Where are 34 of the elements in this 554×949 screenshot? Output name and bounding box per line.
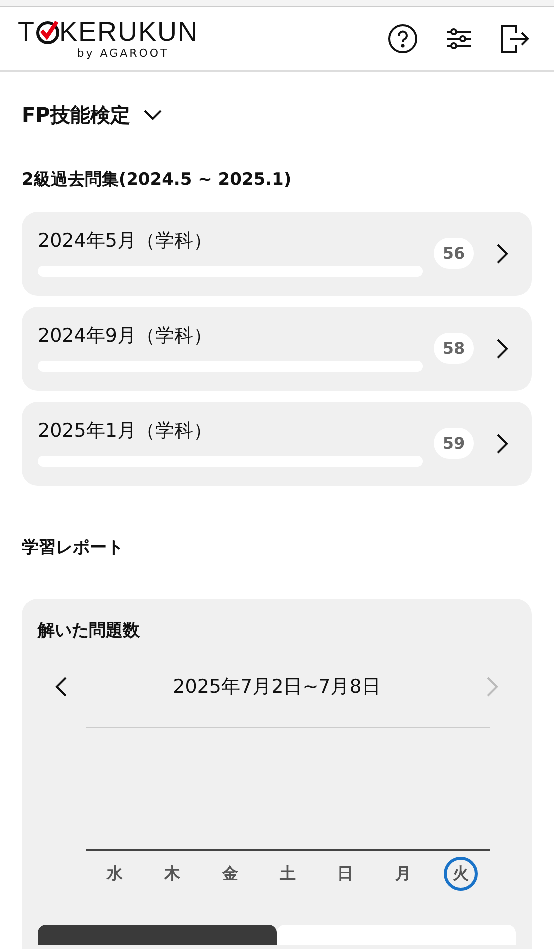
set-title: 2024年9月（学科）	[38, 327, 214, 346]
weekday-label[interactable]: 日	[328, 857, 363, 891]
logo[interactable]: T KERUKUN by AGAROOT	[18, 18, 199, 58]
question-set-card[interactable]: 2024年5月（学科） 56	[22, 212, 532, 296]
logo-letter: T	[18, 18, 36, 46]
weekday-label[interactable]: 金	[213, 857, 248, 891]
question-set-card[interactable]: 2025年1月（学科） 59	[22, 402, 532, 486]
question-count: 58	[434, 333, 474, 364]
previous-week-icon[interactable]	[54, 676, 68, 698]
section-title: 学習レポート	[22, 536, 125, 560]
date-range: 2025年7月2日~7月8日	[173, 674, 381, 700]
question-set-card[interactable]: 2024年9月（学科） 58	[22, 306, 532, 390]
logout-icon[interactable]	[500, 24, 530, 54]
logo-wordmark: KERUKUN	[60, 18, 199, 46]
section-title: 2級過去問集(2024.5 ~ 2025.1)	[22, 169, 293, 192]
chevron-down-icon	[144, 110, 162, 120]
card-title: 解いた問題数	[38, 620, 141, 643]
set-title: 2024年5月（学科）	[38, 232, 214, 251]
chevron-right-icon[interactable]	[496, 432, 510, 454]
help-icon[interactable]	[388, 24, 418, 54]
set-title: 2025年1月（学科）	[38, 422, 214, 441]
exam-dropdown[interactable]: FP技能検定	[22, 100, 162, 130]
chevron-right-icon[interactable]	[496, 242, 510, 264]
weekday-label[interactable]: 土	[270, 857, 305, 891]
weekday-label[interactable]: 木	[156, 857, 190, 891]
check-circle-icon	[36, 19, 60, 45]
question-count: 56	[434, 238, 474, 269]
weekday-label[interactable]: 火	[444, 857, 478, 891]
weekday-label[interactable]: 月	[386, 857, 420, 891]
settings-sliders-icon[interactable]	[446, 26, 472, 50]
logo-byline: by AGAROOT	[77, 48, 170, 58]
chevron-right-icon[interactable]	[496, 338, 510, 360]
question-count: 59	[434, 428, 474, 459]
weekday-label[interactable]: 水	[98, 857, 132, 891]
